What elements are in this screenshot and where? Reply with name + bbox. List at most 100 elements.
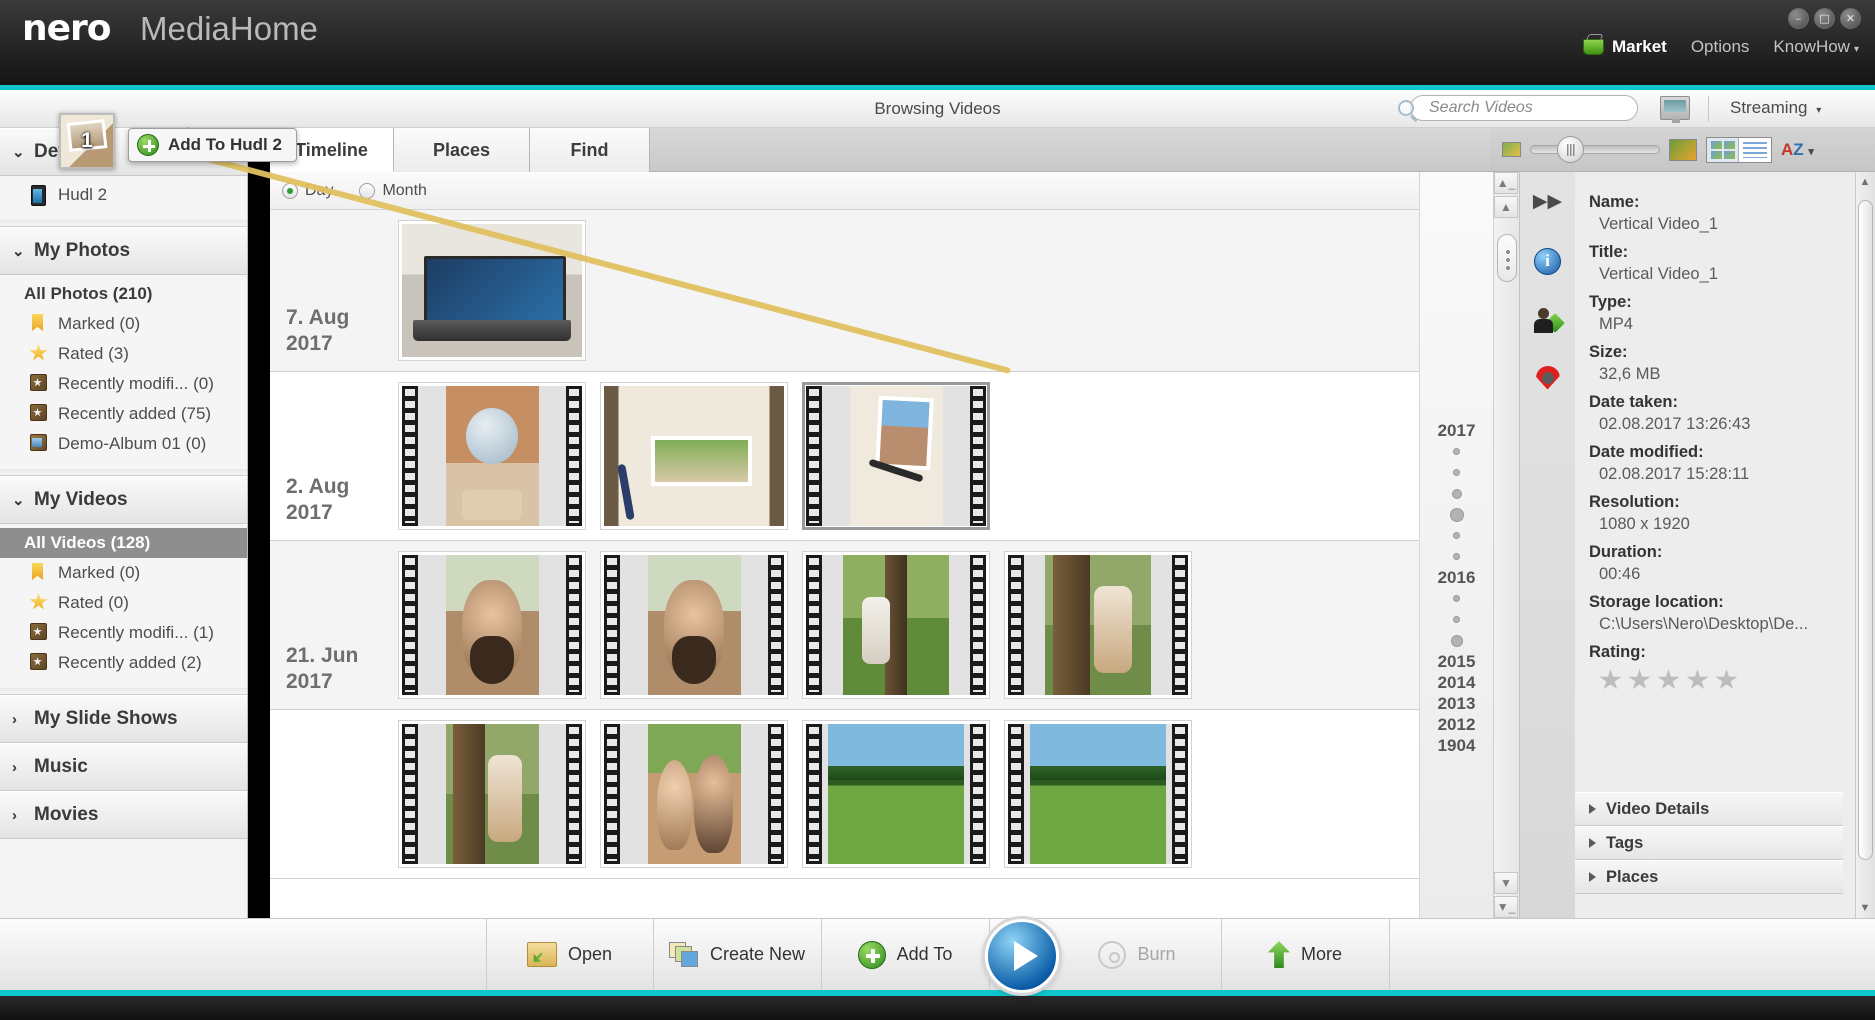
maximize-button[interactable]: □	[1814, 8, 1835, 29]
park-tree-video-thumb[interactable]	[1004, 551, 1192, 699]
sidebar-item-marked-0[interactable]: Marked (0)	[0, 558, 247, 588]
scroll-down-button[interactable]: ▼	[1494, 872, 1518, 894]
sidebar-item-rated-3[interactable]: Rated (3)	[0, 339, 247, 369]
tree-woman-video-thumb[interactable]	[398, 720, 586, 868]
panel-scroll-thumb[interactable]	[1858, 200, 1873, 860]
timeline-dot[interactable]	[1453, 616, 1460, 623]
year-marker-2012[interactable]: 2012	[1438, 714, 1476, 735]
list-view-icon[interactable]	[1739, 138, 1771, 162]
sort-button[interactable]: AZ ▾	[1781, 140, 1814, 160]
minimize-button[interactable]: –	[1788, 8, 1809, 29]
close-button[interactable]: ✕	[1840, 8, 1861, 29]
sidebar-item-demo-album-01-0[interactable]: Demo-Album 01 (0)	[0, 429, 247, 459]
sidebar-item-hudl-2[interactable]: Hudl 2	[0, 180, 247, 210]
notebook-video-thumb[interactable]	[600, 382, 788, 530]
park-woman-video-thumb[interactable]	[802, 551, 990, 699]
couple-video-thumb[interactable]	[600, 720, 788, 868]
sidebar-item-all-videos-128[interactable]: All Videos (128)	[0, 528, 247, 558]
sidebar-item-recently-added-2[interactable]: Recently added (2)	[0, 648, 247, 678]
large-thumbnail-icon[interactable]	[1669, 138, 1697, 161]
sidebar-section-my-videos[interactable]: ⌄ My Videos	[0, 476, 247, 524]
field-video-thumb-1[interactable]	[802, 720, 990, 868]
search-input[interactable]	[1410, 95, 1638, 121]
panel-scroll-down[interactable]: ▼	[1856, 898, 1874, 918]
tab-places[interactable]: Places	[394, 128, 530, 172]
timeline-dot[interactable]	[1453, 469, 1460, 476]
timeline-list[interactable]: 7. Aug 2017 2. Aug 2017 21. Jun 2017	[270, 210, 1590, 918]
options-menu-item[interactable]: Options	[1691, 37, 1750, 57]
sidebar-item-marked-0[interactable]: Marked (0)	[0, 309, 247, 339]
timeline-dot[interactable]	[1451, 488, 1462, 499]
sidebar-section-my-slide-shows[interactable]: › My Slide Shows	[0, 695, 247, 743]
year-marker-2017[interactable]: 2017	[1438, 420, 1476, 441]
grid-view-icon[interactable]	[1707, 137, 1739, 162]
timeline-dot[interactable]	[1449, 507, 1464, 522]
sidebar-section-movies[interactable]: › Movies	[0, 791, 247, 839]
sidebar-item-rated-0[interactable]: Rated (0)	[0, 588, 247, 618]
sidebar-section-music[interactable]: › Music	[0, 743, 247, 791]
rating-star-2[interactable]	[1628, 669, 1651, 690]
create-new-button[interactable]: Create New	[654, 918, 822, 991]
slider-handle[interactable]	[1557, 136, 1584, 163]
play-button[interactable]	[984, 918, 1059, 993]
add-to-button[interactable]: Add To	[822, 918, 990, 991]
info-icon[interactable]: i	[1531, 244, 1565, 278]
person-tag-icon[interactable]	[1531, 304, 1565, 338]
rating-star-4[interactable]	[1686, 669, 1709, 690]
globe-video-thumb[interactable]	[398, 382, 586, 530]
vertical-video-1-thumb[interactable]	[802, 382, 990, 530]
radio-month[interactable]: Month	[359, 182, 427, 200]
accordion-tags[interactable]: Tags	[1575, 826, 1843, 860]
scroll-up-button[interactable]: ▲	[1494, 196, 1518, 218]
rating-star-3[interactable]	[1657, 669, 1680, 690]
sidebar-section-label: My Slide Shows	[34, 708, 178, 729]
tab-find[interactable]: Find	[530, 128, 650, 172]
open-button[interactable]: Open	[485, 918, 654, 991]
man-beard-video-thumb[interactable]	[600, 551, 788, 699]
sidebar-item-recently-modifi-0[interactable]: Recently modifi... (0)	[0, 369, 247, 399]
year-marker-2013[interactable]: 2013	[1438, 693, 1476, 714]
knowhow-menu-item[interactable]: KnowHow ▾	[1773, 37, 1859, 57]
sidebar[interactable]: ⌄DevicesHudl 2⌄My PhotosAll Photos (210)…	[0, 128, 248, 918]
content-scroll-thumb[interactable]	[1497, 234, 1517, 282]
accordion-video-details[interactable]: Video Details	[1575, 792, 1843, 826]
more-button[interactable]: More	[1222, 918, 1390, 991]
year-marker-2015[interactable]: 2015	[1438, 651, 1476, 672]
timeline-dot[interactable]	[1450, 634, 1463, 647]
year-marker-2016[interactable]: 2016	[1438, 567, 1476, 588]
timeline-dot[interactable]	[1453, 595, 1460, 602]
meta-key-date-taken: Date taken:	[1589, 393, 1678, 411]
streaming-dropdown[interactable]: Streaming ▾	[1730, 98, 1821, 118]
film-strip-frame	[604, 724, 784, 864]
accordion-places[interactable]: Places	[1575, 860, 1843, 894]
laptop-video-thumb[interactable]	[398, 220, 586, 361]
year-scrubber[interactable]: 2017 2016 2015 2014 2013 2012 1904	[1419, 172, 1493, 918]
man-portrait-video-thumb[interactable]	[398, 551, 586, 699]
market-menu-item[interactable]: Market	[1583, 37, 1667, 57]
fast-forward-icon[interactable]: ▶▶	[1531, 184, 1565, 218]
scroll-top-button[interactable]: ▲_	[1494, 172, 1518, 194]
content-scrollbar[interactable]: ▲_ ▲ ▼ ▼_	[1493, 172, 1519, 918]
sidebar-item-recently-modifi-1[interactable]: Recently modifi... (1)	[0, 618, 247, 648]
monitor-icon[interactable]	[1660, 96, 1690, 123]
field-video-thumb-2[interactable]	[1004, 720, 1192, 868]
year-marker-1904[interactable]: 1904	[1438, 735, 1476, 756]
pin-glyph	[1536, 366, 1560, 397]
panel-scroll-up[interactable]: ▲	[1856, 172, 1874, 192]
thumbnail-artwork	[1030, 724, 1166, 864]
small-thumbnail-icon[interactable]	[1502, 142, 1521, 157]
thumbnail-size-slider[interactable]	[1530, 136, 1660, 163]
location-pin-icon[interactable]	[1531, 364, 1565, 398]
sidebar-section-my-photos[interactable]: ⌄ My Photos	[0, 227, 247, 275]
timeline-dot[interactable]	[1453, 532, 1460, 539]
info-panel-scrollbar[interactable]: ▲ ▼	[1855, 172, 1875, 918]
video-thumbnail-image	[1030, 724, 1166, 864]
timeline-dot[interactable]	[1453, 553, 1460, 560]
sidebar-item-all-photos-210[interactable]: All Photos (210)	[0, 279, 247, 309]
timeline-dot[interactable]	[1453, 448, 1460, 455]
rating-star-5[interactable]	[1715, 669, 1738, 690]
rating-star-1[interactable]	[1599, 669, 1622, 690]
sidebar-item-recently-added-75[interactable]: Recently added (75)	[0, 399, 247, 429]
year-marker-2014[interactable]: 2014	[1438, 672, 1476, 693]
scroll-bottom-button[interactable]: ▼_	[1494, 896, 1518, 918]
